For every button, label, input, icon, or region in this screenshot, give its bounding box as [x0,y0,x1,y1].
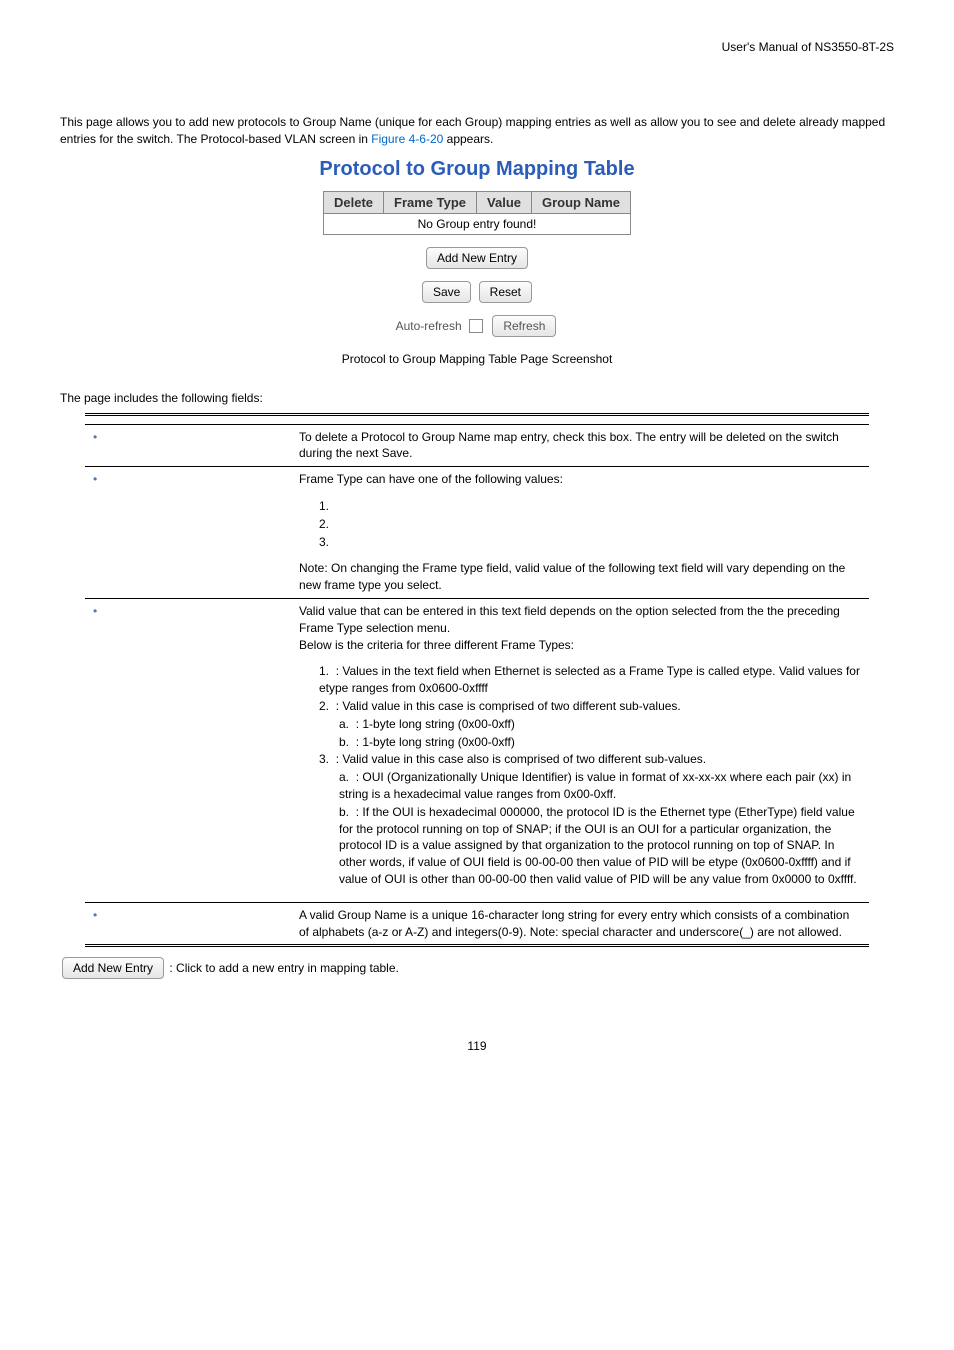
value-llc-a: a. : 1-byte long string (0x00-0xff) [339,716,861,733]
value-llc-a-desc: : 1-byte long string (0x00-0xff) [356,717,515,731]
th-value: Value [477,191,532,213]
add-new-entry-button-doc[interactable]: Add New Entry [62,957,164,979]
object-value: • [85,598,291,902]
reset-button[interactable]: Reset [479,281,532,303]
desc-frame-type: Frame Type can have one of the following… [291,467,869,599]
table-row: • Frame Type can have one of the followi… [85,467,869,599]
opt-llc: 2. [319,516,861,533]
page-number: 119 [60,1039,894,1053]
header-object [85,414,291,424]
opt-ethernet: 1. [319,498,861,515]
object-delete: • [85,424,291,467]
frame-type-intro: Frame Type can have one of the following… [299,471,861,488]
table-row: • To delete a Protocol to Group Name map… [85,424,869,467]
auto-refresh-checkbox[interactable] [469,319,483,333]
th-group-name: Group Name [532,191,631,213]
value-eth: 1. : Values in the text field when Ether… [319,663,861,697]
value-snap-desc: : Valid value in this case also is compr… [336,752,706,766]
value-intro2: Below is the criteria for three differen… [299,637,861,654]
object-frame-type: • [85,467,291,599]
value-llc-desc: : Valid value in this case is comprised … [336,699,681,713]
auto-refresh-row: Auto-refresh Refresh [60,315,894,337]
value-llc-b-desc: : 1-byte long string (0x00-0xff) [356,735,515,749]
add-new-entry-button[interactable]: Add New Entry [426,247,528,269]
refresh-button[interactable]: Refresh [492,315,556,337]
th-delete: Delete [323,191,383,213]
table-row: • A valid Group Name is a unique 16-char… [85,902,869,946]
save-button[interactable]: Save [422,281,471,303]
value-snap: 3. : Valid value in this case also is co… [319,751,861,768]
buttons-add-row: Add New Entry : Click to add a new entry… [60,957,894,979]
fields-intro: The page includes the following fields: [60,391,894,405]
value-eth-desc: : Values in the text field when Ethernet… [319,664,860,695]
figure-caption-text: Protocol to Group Mapping Table Page Scr… [342,352,613,366]
table-row: • Valid value that can be entered in thi… [85,598,869,902]
opt-snap: 3. [319,534,861,551]
value-snap-a: a. : OUI (Organizationally Unique Identi… [339,769,861,803]
intro-paragraph: This page allows you to add new protocol… [60,114,894,148]
mapping-table-container: Delete Frame Type Value Group Name No Gr… [60,191,894,235]
value-llc: 2. : Valid value in this case is compris… [319,698,861,715]
header-description [291,414,869,424]
desc-value: Valid value that can be entered in this … [291,598,869,902]
description-table: • To delete a Protocol to Group Name map… [85,413,869,948]
value-snap-b-desc: : If the OUI is hexadecimal 000000, the … [339,805,857,886]
figure-link[interactable]: Figure 4-6-20 [371,132,443,146]
value-snap-a-desc: : OUI (Organizationally Unique Identifie… [339,770,851,801]
value-intro1: Valid value that can be entered in this … [299,603,861,637]
empty-row: No Group entry found! [323,213,630,234]
figure-caption: Protocol to Group Mapping Table Page Scr… [60,352,894,366]
th-frame-type: Frame Type [384,191,477,213]
mapping-table-title: Protocol to Group Mapping Table [60,158,894,181]
value-llc-b: b. : 1-byte long string (0x00-0xff) [339,734,861,751]
frame-type-note: Note: On changing the Frame type field, … [299,560,861,594]
desc-delete: To delete a Protocol to Group Name map e… [291,424,869,467]
desc-group-name: A valid Group Name is a unique 16-charac… [291,902,869,946]
intro-text-after: appears. [443,132,493,146]
auto-refresh-label: Auto-refresh [396,319,462,333]
mapping-table: Delete Frame Type Value Group Name No Gr… [323,191,631,235]
object-group-name: • [85,902,291,946]
page-header: User's Manual of NS3550-8T-2S [60,40,894,54]
value-snap-b: b. : If the OUI is hexadecimal 000000, t… [339,804,861,888]
add-new-entry-desc: : Click to add a new entry in mapping ta… [169,961,398,975]
